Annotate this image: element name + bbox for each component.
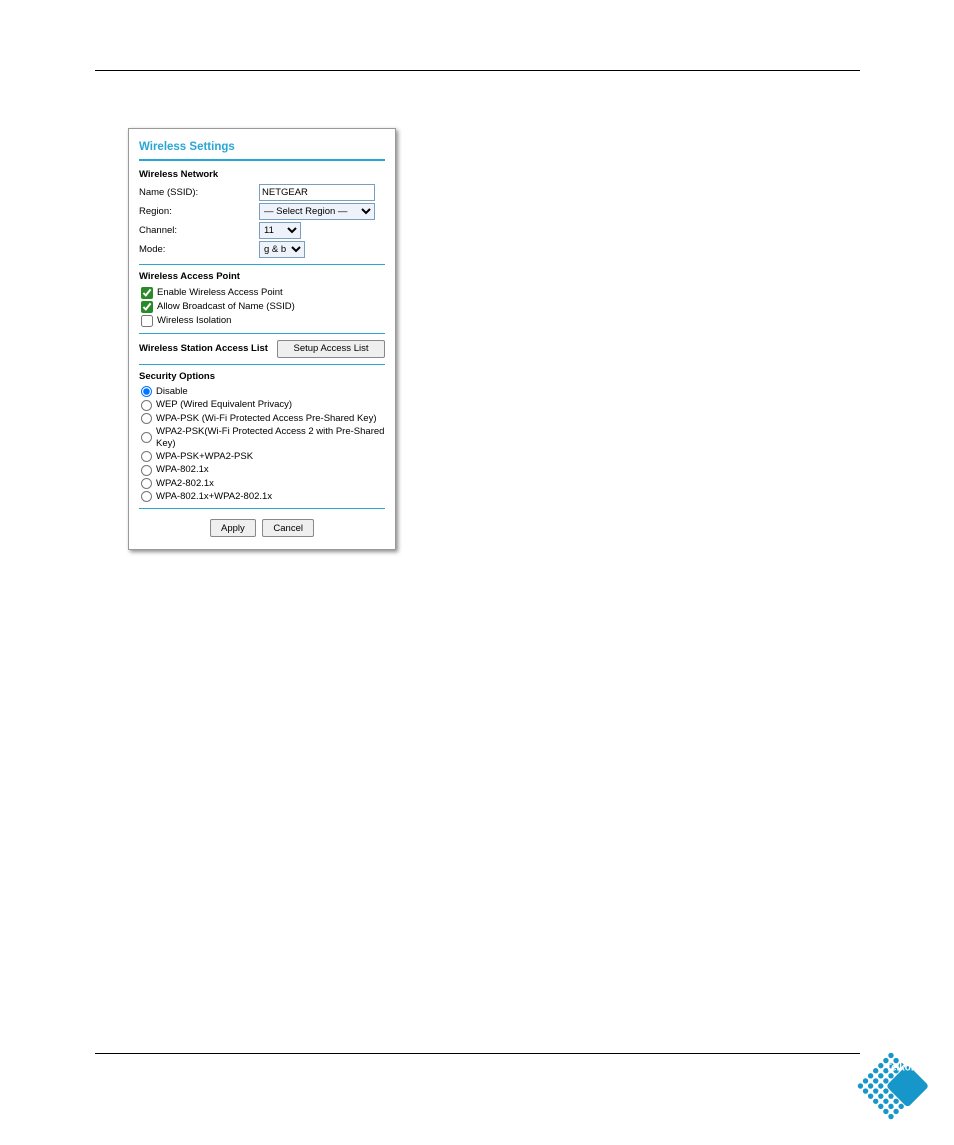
wireless-isolation-checkbox[interactable] [141,315,153,327]
channel-row: Channel: 11 [139,222,385,239]
access-list-heading: Wireless Station Access List [139,343,268,354]
security-option-row: WEP (Wired Equivalent Privacy) [141,399,385,410]
security-option-label: WEP (Wired Equivalent Privacy) [156,399,292,410]
security-option-radio[interactable] [141,478,152,489]
top-horizontal-rule [95,70,860,71]
channel-label: Channel: [139,225,259,236]
security-option-radio[interactable] [141,465,152,476]
security-option-row: WPA2-802.1x [141,478,385,489]
ssid-row: Name (SSID): [139,184,385,201]
security-option-label: WPA-PSK (Wi-Fi Protected Access Pre-Shar… [156,413,377,424]
security-option-row: WPA-802.1x+WPA2-802.1x [141,491,385,502]
wireless-isolation-row: Wireless Isolation [141,315,385,327]
wireless-ap-heading: Wireless Access Point [139,271,385,282]
enable-ap-row: Enable Wireless Access Point [141,287,385,299]
panel-title: Wireless Settings [139,141,385,155]
region-row: Region: — Select Region — [139,203,385,220]
broadcast-ssid-checkbox[interactable] [141,301,153,313]
broadcast-ssid-label: Allow Broadcast of Name (SSID) [157,301,295,312]
security-option-label: WPA-802.1x [156,464,209,475]
region-select[interactable]: — Select Region — [259,203,375,220]
divider [139,264,385,265]
security-option-row: Disable [141,386,385,397]
button-bar: Apply Cancel [139,519,385,537]
security-option-radio[interactable] [141,451,152,462]
security-option-radio[interactable] [141,400,152,411]
divider [139,508,385,509]
setup-access-list-button[interactable]: Setup Access List [277,340,385,358]
mode-label: Mode: [139,244,259,255]
access-list-row: Wireless Station Access List Setup Acces… [139,340,385,358]
ssid-input[interactable] [259,184,375,201]
security-option-row: WPA2-PSK(Wi-Fi Protected Access 2 with P… [141,426,385,449]
security-option-radio[interactable] [141,386,152,397]
enable-ap-label: Enable Wireless Access Point [157,287,283,298]
security-option-radio[interactable] [141,413,152,424]
security-option-label: WPA-802.1x+WPA2-802.1x [156,491,272,502]
wireless-settings-panel: Wireless Settings Wireless Network Name … [128,128,396,550]
security-option-row: WPA-PSK (Wi-Fi Protected Access Pre-Shar… [141,413,385,424]
mode-row: Mode: g & b [139,241,385,258]
wireless-isolation-label: Wireless Isolation [157,315,231,326]
telkom-logo: Telkom [846,1041,936,1131]
ssid-label: Name (SSID): [139,187,259,198]
security-option-row: WPA-802.1x [141,464,385,475]
wireless-network-heading: Wireless Network [139,169,385,180]
divider [139,159,385,161]
divider [139,364,385,365]
security-option-label: WPA-PSK+WPA2-PSK [156,451,253,462]
divider [139,333,385,334]
security-options-heading: Security Options [139,371,385,382]
security-option-label: Disable [156,386,188,397]
bottom-horizontal-rule [95,1053,860,1054]
mode-select[interactable]: g & b [259,241,305,258]
security-option-label: WPA2-802.1x [156,478,214,489]
broadcast-ssid-row: Allow Broadcast of Name (SSID) [141,301,385,313]
security-option-label: WPA2-PSK(Wi-Fi Protected Access 2 with P… [156,426,385,449]
cancel-button[interactable]: Cancel [262,519,314,537]
page: Wireless Settings Wireless Network Name … [0,0,954,1145]
security-option-row: WPA-PSK+WPA2-PSK [141,451,385,462]
logo-text: Telkom [886,1063,920,1074]
enable-ap-checkbox[interactable] [141,287,153,299]
security-option-radio[interactable] [141,432,152,443]
security-options-list: Disable WEP (Wired Equivalent Privacy) WPA… [139,386,385,503]
security-option-radio[interactable] [141,491,152,502]
region-label: Region: [139,206,259,217]
apply-button[interactable]: Apply [210,519,256,537]
channel-select[interactable]: 11 [259,222,301,239]
